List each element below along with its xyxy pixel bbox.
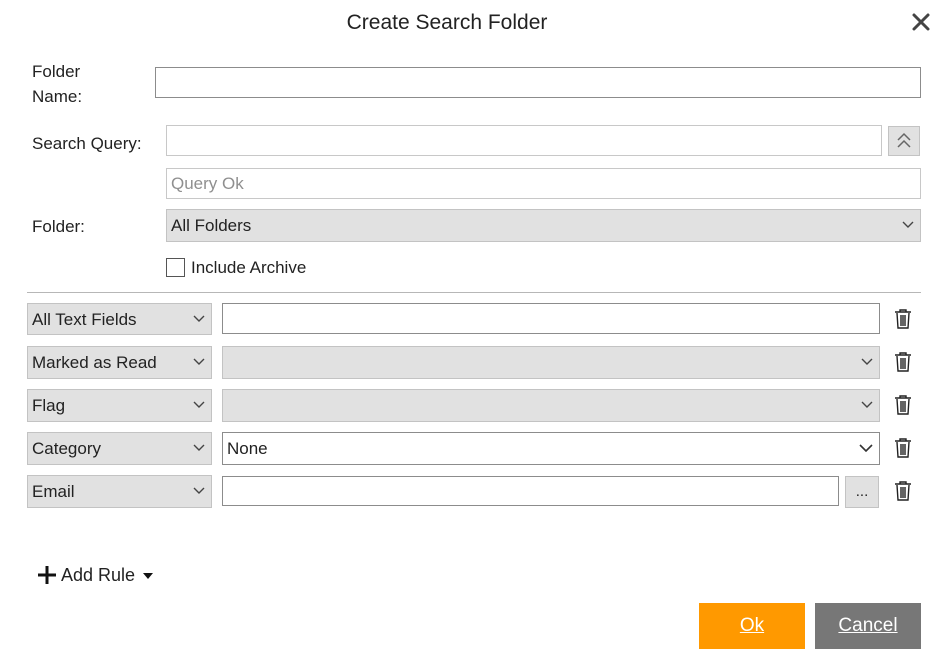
double-chevron-up-icon <box>897 132 911 148</box>
rule-field-value: Email <box>32 482 75 501</box>
rule-field-select[interactable]: Marked as Read <box>27 346 212 379</box>
trash-icon[interactable] <box>893 437 913 459</box>
chevron-down-icon <box>861 358 873 365</box>
email-picker-button[interactable]: ... <box>845 476 879 508</box>
collapse-query-button[interactable] <box>888 126 920 156</box>
trash-icon[interactable] <box>893 351 913 373</box>
rule-field-select[interactable]: All Text Fields <box>27 303 212 335</box>
search-query-label: Search Query: <box>32 134 142 153</box>
email-field[interactable] <box>222 476 839 506</box>
close-icon <box>912 13 930 31</box>
rule-row: Email ... <box>27 475 921 508</box>
trash-icon[interactable] <box>893 308 913 330</box>
folder-select[interactable]: All Folders <box>166 209 921 242</box>
cancel-button[interactable]: Cancel <box>815 603 921 649</box>
rule-field-select[interactable]: Category <box>27 432 212 465</box>
rule-field-value: Flag <box>32 396 66 415</box>
folder-label: Folder: <box>32 217 85 236</box>
rule-field-value: Category <box>32 439 101 458</box>
add-rule-label: Add Rule <box>61 565 136 585</box>
ok-button[interactable]: Ok <box>699 603 805 649</box>
rule-value-input[interactable] <box>222 303 880 334</box>
rule-value-select[interactable] <box>222 346 880 379</box>
folder-name-input[interactable] <box>155 67 921 98</box>
chevron-down-icon <box>902 221 914 228</box>
folder-select-value: All Folders <box>171 216 252 235</box>
chevron-down-icon <box>193 315 205 322</box>
rule-row: Flag <box>27 389 921 422</box>
rule-row: Category None <box>27 432 921 465</box>
include-archive-label: Include Archive <box>191 258 307 277</box>
chevron-down-icon <box>861 401 873 408</box>
rule-field-value: All Text Fields <box>32 310 137 329</box>
chevron-down-icon <box>193 358 205 365</box>
rule-field-select[interactable]: Flag <box>27 389 212 422</box>
rule-value-select[interactable]: None <box>222 432 880 465</box>
folder-name-label: Folder Name: <box>32 62 83 106</box>
close-button[interactable] <box>908 9 934 35</box>
caret-down-icon <box>143 573 153 579</box>
rule-value-select[interactable] <box>222 389 880 422</box>
plus-icon <box>38 566 56 584</box>
rule-field-value: Marked as Read <box>32 353 157 372</box>
rule-row: All Text Fields <box>27 303 921 336</box>
trash-icon[interactable] <box>893 394 913 416</box>
chevron-down-icon <box>193 487 205 494</box>
query-status: Query Ok <box>166 168 921 199</box>
chevron-down-icon <box>193 401 205 408</box>
chevron-down-icon <box>193 444 205 451</box>
rule-field-select[interactable]: Email <box>27 475 212 508</box>
dialog-title: Create Search Folder <box>346 11 548 34</box>
rule-row: Marked as Read <box>27 346 921 379</box>
include-archive-checkbox[interactable] <box>166 258 185 277</box>
chevron-down-icon <box>859 444 873 452</box>
trash-icon[interactable] <box>893 480 913 502</box>
rule-value-text: None <box>227 439 268 458</box>
divider <box>27 292 921 293</box>
search-query-input[interactable] <box>166 125 882 156</box>
